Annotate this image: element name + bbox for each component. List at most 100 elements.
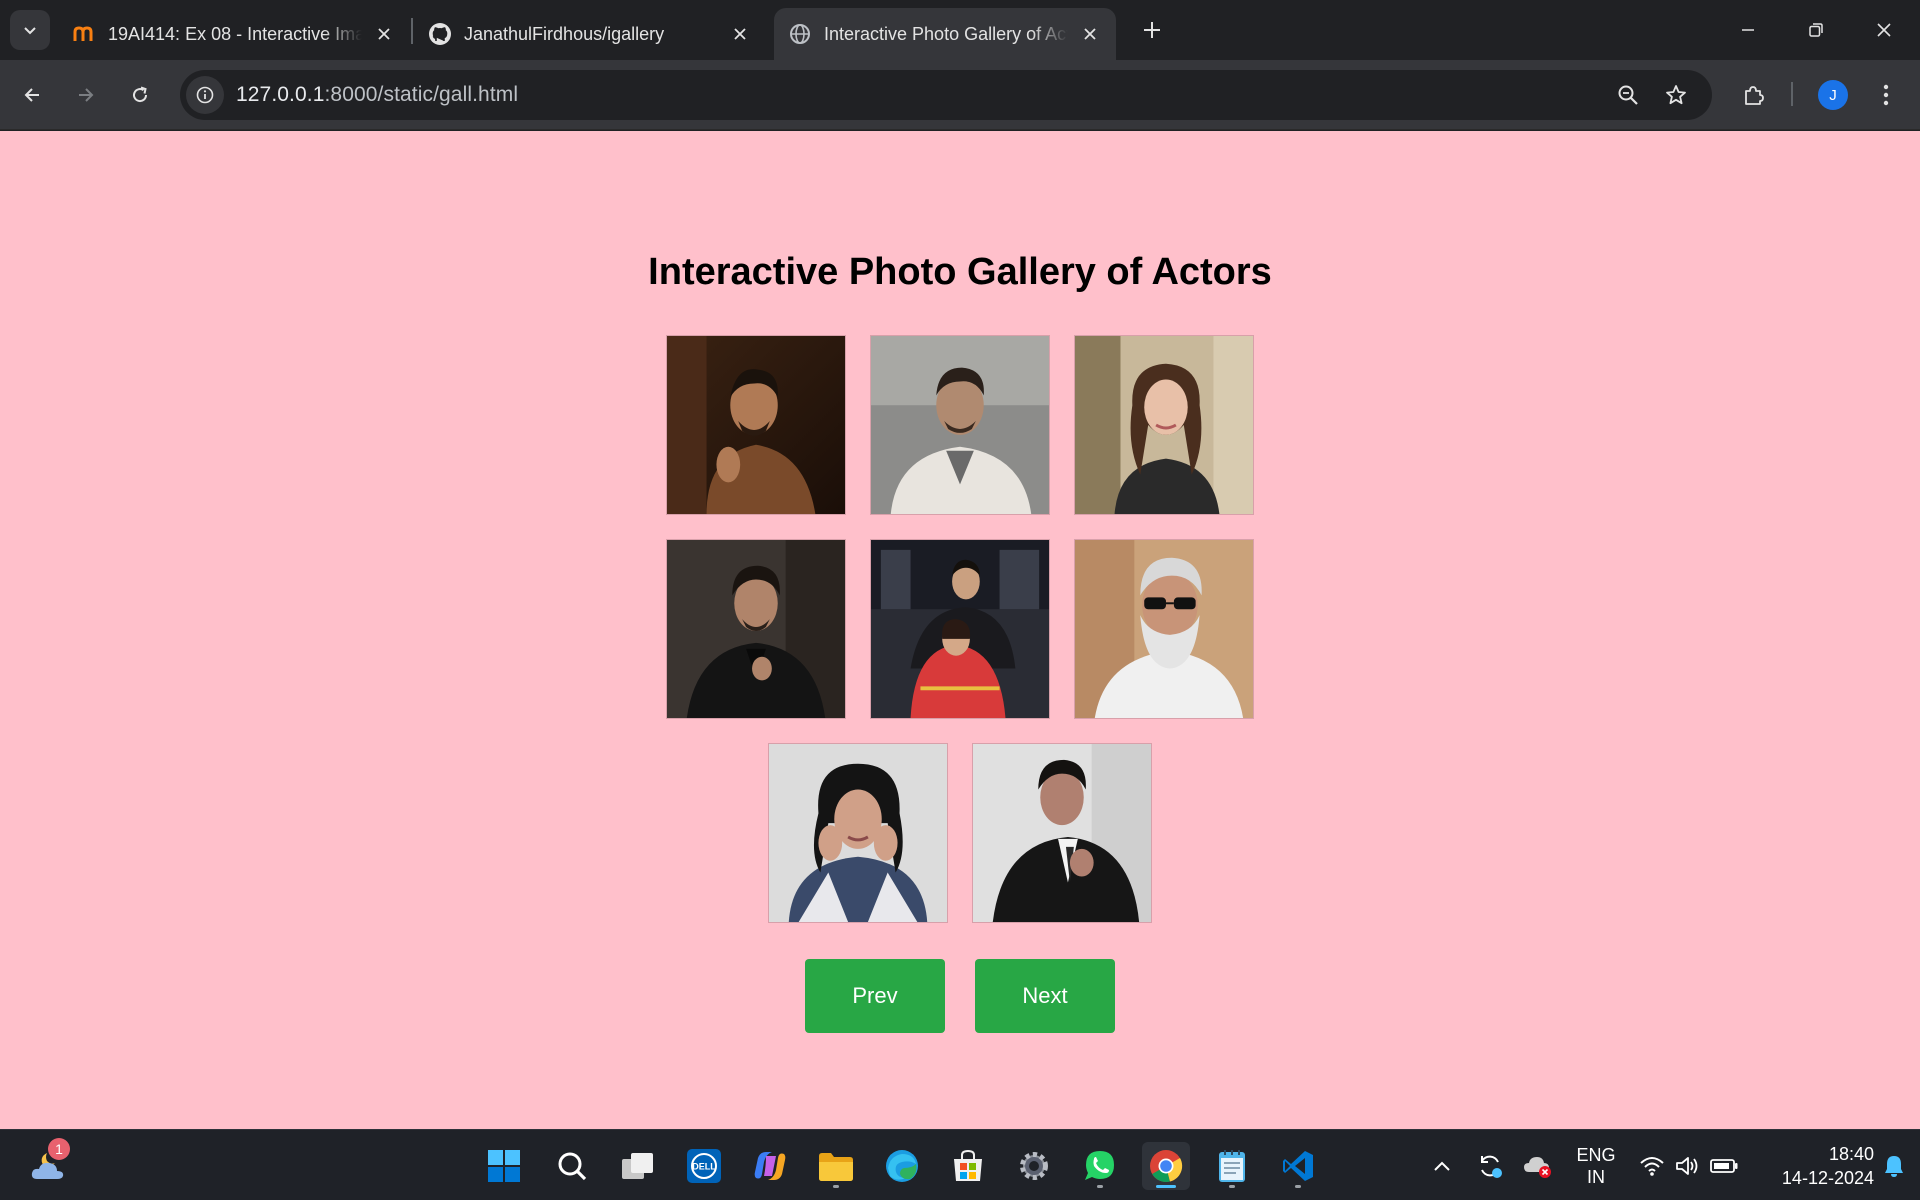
portrait-image: [973, 744, 1151, 922]
menu-button[interactable]: [1866, 75, 1906, 115]
kebab-menu-icon: [1883, 84, 1889, 106]
profile-avatar[interactable]: J: [1818, 80, 1848, 110]
info-icon: [196, 86, 214, 104]
microsoft-store-app[interactable]: [944, 1142, 992, 1190]
globe-icon: [788, 22, 812, 46]
photo-gallery: [0, 335, 1920, 923]
portrait-image: [1075, 336, 1253, 514]
url-text[interactable]: 127.0.0.1:8000/static/gall.html: [236, 83, 518, 107]
bookmark-button[interactable]: [1660, 79, 1692, 111]
new-tab-button[interactable]: [1136, 14, 1168, 46]
portrait-image: [667, 336, 845, 514]
close-icon[interactable]: [726, 20, 754, 48]
next-button[interactable]: Next: [975, 959, 1115, 1033]
actor-photo-2[interactable]: [870, 335, 1050, 515]
gallery-controls: Prev Next: [0, 959, 1920, 1033]
task-view-icon: [622, 1153, 653, 1179]
notifications-button[interactable]: [1870, 1142, 1918, 1190]
chevron-down-icon: [24, 27, 36, 35]
clock-time: 18:40: [1828, 1144, 1874, 1164]
tab-title: 19AI414: Ex 08 - Interactive Image Galle…: [108, 23, 362, 44]
language-code: ENG: [1576, 1145, 1616, 1165]
actor-photo-6[interactable]: [1074, 539, 1254, 719]
restore-icon: [1809, 23, 1823, 37]
close-icon[interactable]: [1076, 20, 1104, 48]
actor-photo-3[interactable]: [1074, 335, 1254, 515]
running-indicator: [1097, 1185, 1103, 1188]
running-indicator: [1295, 1185, 1301, 1188]
onedrive-tray-item[interactable]: [1514, 1142, 1562, 1190]
actor-photo-5[interactable]: [870, 539, 1050, 719]
clock[interactable]: 18:40 14-12-2024: [1756, 1142, 1874, 1190]
tab-moodle[interactable]: 19AI414: Ex 08 - Interactive Image Galle…: [58, 8, 410, 60]
search-icon: [558, 1152, 587, 1181]
reload-icon: [133, 86, 148, 103]
back-button[interactable]: [12, 75, 52, 115]
whatsapp-app[interactable]: [1076, 1142, 1124, 1190]
region-code: IN: [1587, 1167, 1605, 1187]
show-hidden-icons-button[interactable]: [1418, 1142, 1466, 1190]
clock-date: 14-12-2024: [1781, 1168, 1874, 1188]
actor-photo-7[interactable]: [768, 743, 948, 923]
svg-text:DELL: DELL: [692, 1162, 716, 1172]
forward-button[interactable]: [66, 75, 106, 115]
tab-github[interactable]: JanathulFirdhous/igallery: [414, 8, 766, 60]
site-info-button[interactable]: [186, 76, 224, 114]
task-view-button[interactable]: [614, 1142, 662, 1190]
extensions-button[interactable]: [1734, 75, 1774, 115]
copilot-icon: [754, 1152, 786, 1180]
vscode-icon: [1283, 1151, 1313, 1181]
edge-app[interactable]: [878, 1142, 926, 1190]
start-button[interactable]: [480, 1142, 528, 1190]
dell-app[interactable]: DELL: [680, 1142, 728, 1190]
tab-separator: [411, 18, 413, 44]
restore-button[interactable]: [1782, 0, 1850, 60]
windows-taskbar: DELL ENG IN 18:40 14-12-2024: [0, 1129, 1920, 1200]
running-indicator: [1229, 1185, 1235, 1188]
zoom-button[interactable]: [1612, 79, 1644, 111]
battery-icon: [1710, 1159, 1738, 1173]
actor-photo-8[interactable]: [972, 743, 1152, 923]
sync-icon: [1481, 1155, 1502, 1178]
tab-search-button[interactable]: [10, 10, 50, 50]
reload-button[interactable]: [120, 75, 160, 115]
close-icon[interactable]: [370, 20, 398, 48]
arrow-left-icon: [24, 88, 39, 102]
file-explorer-app[interactable]: [812, 1142, 860, 1190]
tab-gallery[interactable]: Interactive Photo Gallery of Actors: [774, 8, 1116, 60]
url-host: 127.0.0.1: [236, 83, 325, 106]
prev-button[interactable]: Prev: [805, 959, 945, 1033]
moodle-icon: [72, 22, 96, 46]
plus-icon: [1144, 22, 1160, 38]
notepad-app[interactable]: [1208, 1142, 1256, 1190]
close-icon: [1877, 23, 1891, 37]
chrome-icon: [1150, 1150, 1183, 1182]
portrait-image: [1075, 540, 1253, 718]
gallery-grid: [654, 335, 1266, 923]
language-indicator[interactable]: ENG IN: [1572, 1144, 1620, 1188]
edge-icon: [886, 1150, 918, 1182]
address-bar[interactable]: 127.0.0.1:8000/static/gall.html: [180, 70, 1712, 120]
actor-photo-1[interactable]: [666, 335, 846, 515]
search-button[interactable]: [548, 1142, 596, 1190]
page-viewport: Interactive Photo Gallery of Actors Prev…: [0, 131, 1920, 1129]
url-path: :8000/static/gall.html: [324, 83, 519, 106]
chevron-up-icon: [1434, 1161, 1450, 1171]
settings-app[interactable]: [1010, 1142, 1058, 1190]
whatsapp-icon: [1085, 1151, 1114, 1180]
sync-tray-item[interactable]: [1466, 1142, 1514, 1190]
chrome-app[interactable]: [1142, 1142, 1190, 1190]
dell-icon: DELL: [687, 1149, 721, 1183]
battery-tray-item[interactable]: [1700, 1142, 1748, 1190]
windows-logo-icon: [488, 1150, 520, 1182]
copilot-app[interactable]: [746, 1142, 794, 1190]
tab-strip: 19AI414: Ex 08 - Interactive Image Galle…: [0, 0, 1920, 60]
store-icon: [954, 1149, 982, 1181]
puzzle-icon: [1745, 86, 1764, 105]
minimize-button[interactable]: [1714, 0, 1782, 60]
vscode-app[interactable]: [1274, 1142, 1322, 1190]
actor-photo-4[interactable]: [666, 539, 846, 719]
notepad-icon: [1219, 1150, 1245, 1182]
window-close-button[interactable]: [1850, 0, 1918, 60]
page-title: Interactive Photo Gallery of Actors: [648, 251, 1272, 293]
